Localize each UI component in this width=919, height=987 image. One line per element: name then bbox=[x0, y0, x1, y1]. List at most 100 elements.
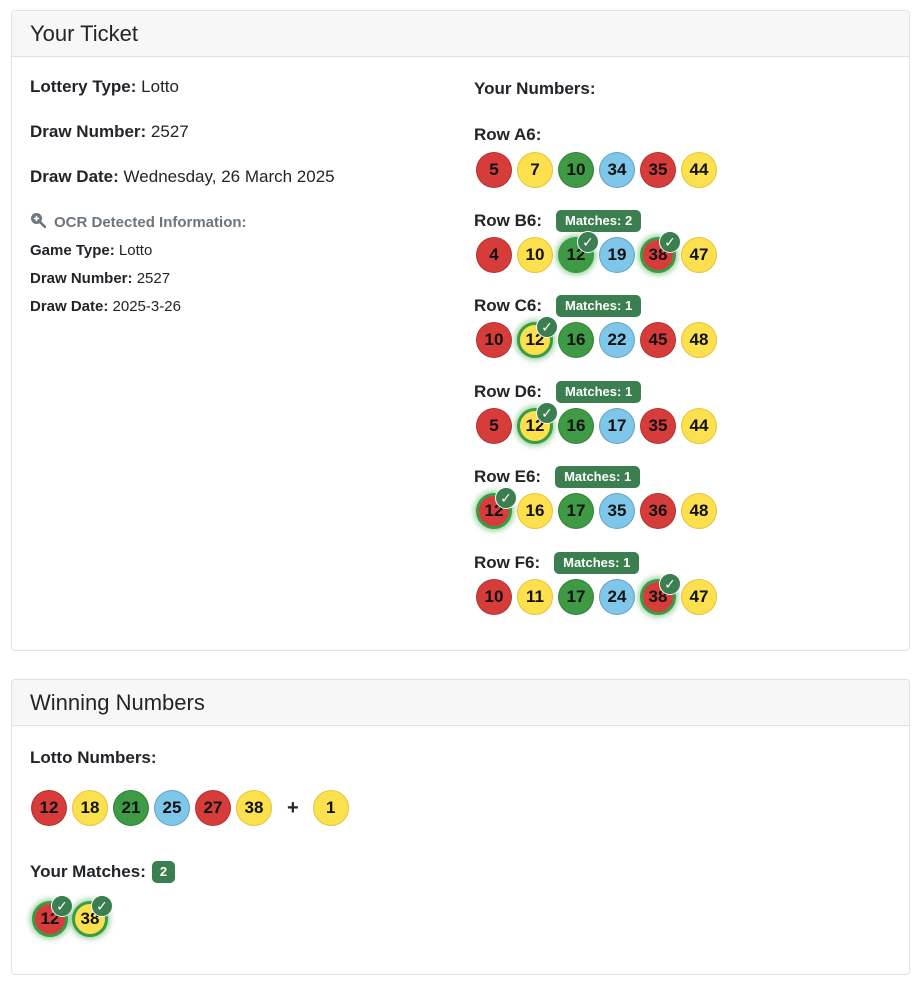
ball-number: 11 bbox=[526, 587, 544, 606]
ball-number: 4 bbox=[489, 245, 499, 264]
check-icon: ✓ bbox=[536, 316, 558, 338]
your-matches-field: Your Matches: 2 bbox=[30, 861, 176, 883]
lotto-ball: 36 bbox=[640, 493, 676, 529]
lotto-ball: 22 bbox=[599, 322, 635, 358]
check-icon: ✓ bbox=[577, 231, 599, 253]
lotto-ball: 38 bbox=[236, 790, 272, 826]
lotto-ball: 38 ✓ bbox=[640, 573, 681, 615]
draw-date-label: Draw Date: bbox=[30, 167, 119, 186]
lotto-ball: 19 bbox=[599, 237, 635, 273]
ocr-draw-date-label: Draw Date: bbox=[30, 298, 109, 315]
ocr-game-type: Game Type: Lotto bbox=[30, 242, 152, 259]
ball-number: 1 bbox=[325, 798, 336, 817]
matches-badge: Matches: 1 bbox=[556, 381, 642, 403]
ticket-row-balls: 4 10 12 ✓ 19 38 ✓ 47 bbox=[476, 231, 722, 273]
lotto-ball: 38 ✓ bbox=[72, 895, 113, 937]
lotto-ball: 10 bbox=[476, 322, 512, 358]
ball-number: 19 bbox=[607, 245, 627, 264]
lotto-ball: 4 bbox=[476, 237, 512, 273]
row-name: Row C6: bbox=[474, 296, 542, 315]
row-name: Row A6: bbox=[474, 125, 542, 144]
ticket-row-balls: 5 12 ✓ 16 17 35 44 bbox=[476, 402, 722, 444]
ball-number: 44 bbox=[689, 160, 709, 179]
lotto-ball: 47 bbox=[681, 579, 717, 615]
lotto-ball: 7 bbox=[517, 152, 553, 188]
row-name: Row E6: bbox=[474, 467, 542, 486]
lotto-ball: 48 bbox=[681, 322, 717, 358]
ocr-draw-number-value: 2527 bbox=[136, 270, 171, 287]
winning-header: Winning Numbers bbox=[12, 680, 909, 726]
ball-number: 35 bbox=[648, 160, 668, 179]
lotto-ball: 45 bbox=[640, 322, 676, 358]
lottery-type-field: Lottery Type: Lotto bbox=[30, 77, 179, 97]
ball-number: 48 bbox=[689, 330, 709, 349]
row-name: Row F6: bbox=[474, 553, 541, 572]
matches-badge: Matches: 1 bbox=[554, 552, 640, 574]
your-numbers-label: Your Numbers: bbox=[474, 79, 596, 98]
lotto-ball: 11 bbox=[517, 579, 553, 615]
matches-badge: Matches: 1 bbox=[556, 295, 642, 317]
ticket-card: Your Ticket Lottery Type: Lotto Draw Num… bbox=[11, 10, 910, 651]
ball-number: 17 bbox=[566, 587, 586, 606]
check-icon: ✓ bbox=[495, 487, 517, 509]
ball-number: 22 bbox=[607, 330, 627, 349]
ball-number: 38 bbox=[244, 798, 264, 817]
lotto-ball: 47 bbox=[681, 237, 717, 273]
ticket-row-header: Row C6: Matches: 1 bbox=[474, 295, 642, 317]
lotto-ball: 18 bbox=[72, 790, 108, 826]
ball-number: 47 bbox=[689, 587, 709, 606]
ocr-draw-date: Draw Date: 2025-3-26 bbox=[30, 298, 181, 315]
lottery-type-value: Lotto bbox=[141, 77, 179, 96]
lotto-ball: 21 bbox=[113, 790, 149, 826]
lotto-ball: 10 bbox=[558, 152, 594, 188]
lotto-ball: 25 bbox=[154, 790, 190, 826]
lotto-ball: 35 bbox=[599, 493, 635, 529]
ocr-draw-number: Draw Number: 2527 bbox=[30, 270, 170, 287]
ball-number: 18 bbox=[80, 798, 100, 817]
draw-number-value: 2527 bbox=[150, 122, 189, 141]
matches-badge: Matches: 1 bbox=[555, 466, 641, 488]
matched-numbers: 12 ✓ 38 ✓ bbox=[32, 895, 113, 937]
ocr-draw-date-value: 2025-3-26 bbox=[112, 298, 181, 315]
ball-number: 16 bbox=[525, 501, 545, 520]
ocr-title-text: OCR Detected Information: bbox=[54, 213, 247, 231]
ball-number: 17 bbox=[607, 416, 627, 435]
check-icon: ✓ bbox=[659, 573, 681, 595]
lotto-ball: 10 bbox=[476, 579, 512, 615]
lotto-ball: 35 bbox=[640, 152, 676, 188]
ball-number: 12 bbox=[39, 798, 59, 817]
ball-number: 34 bbox=[607, 160, 627, 179]
ticket-row-header: Row A6: bbox=[474, 125, 555, 145]
lotto-ball: 12 ✓ bbox=[32, 895, 73, 937]
your-matches-label: Your Matches: bbox=[30, 862, 146, 881]
ticket-row-header: Row B6: Matches: 2 bbox=[474, 210, 642, 232]
ticket-row-header: Row D6: Matches: 1 bbox=[474, 381, 642, 403]
lotto-ball: 1 bbox=[312, 790, 349, 826]
lotto-ball: 27 bbox=[195, 790, 231, 826]
ball-number: 17 bbox=[566, 501, 586, 520]
ball-number: 5 bbox=[489, 416, 499, 435]
check-icon: ✓ bbox=[659, 231, 681, 253]
lotto-ball: 17 bbox=[599, 408, 635, 444]
ocr-game-type-value: Lotto bbox=[118, 242, 153, 259]
lotto-ball: 12 ✓ bbox=[476, 487, 517, 529]
ball-number: 27 bbox=[203, 798, 223, 817]
lotto-ball: 17 bbox=[558, 579, 594, 615]
draw-date-field: Draw Date: Wednesday, 26 March 2025 bbox=[30, 167, 335, 187]
lotto-ball: 10 bbox=[517, 237, 553, 273]
ball-number: 10 bbox=[484, 587, 504, 606]
ball-number: 10 bbox=[566, 160, 586, 179]
lotto-ball: 16 bbox=[558, 408, 594, 444]
ticket-row-balls: 5 7 10 34 35 44 bbox=[476, 152, 722, 188]
ball-number: 24 bbox=[607, 587, 627, 606]
match-count-badge: 2 bbox=[151, 861, 176, 883]
lotto-ball: 12 bbox=[31, 790, 67, 826]
ticket-row-balls: 10 12 ✓ 16 22 45 48 bbox=[476, 316, 722, 358]
lotto-ball: 12 ✓ bbox=[558, 231, 599, 273]
ticket-row-header: Row E6: Matches: 1 bbox=[474, 466, 641, 488]
check-icon: ✓ bbox=[91, 895, 113, 917]
ball-number: 16 bbox=[566, 330, 586, 349]
plus-sign: + bbox=[287, 796, 299, 819]
check-icon: ✓ bbox=[536, 402, 558, 424]
winning-numbers: 12 18 21 25 27 38 +1 bbox=[31, 790, 354, 826]
